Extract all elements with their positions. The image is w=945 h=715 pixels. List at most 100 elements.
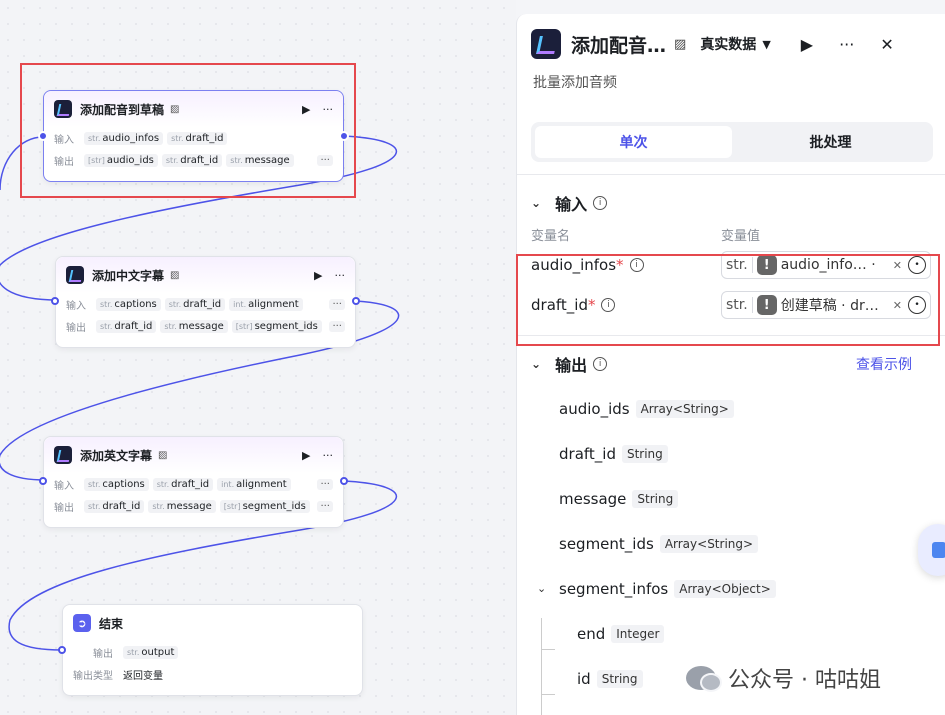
param-chip: str. message xyxy=(148,499,216,513)
node-output-row: 输出 str. draft_id str. message [str] segment… xyxy=(44,495,343,517)
more-params-button[interactable]: ··· xyxy=(317,500,333,512)
output-row: audio_ids Array<String> xyxy=(517,386,945,431)
plugin-library-icon: ▨ xyxy=(170,103,180,115)
plugin-library-icon: ▨ xyxy=(170,269,180,281)
input-port[interactable] xyxy=(58,646,66,654)
input-section-header[interactable]: ⌄ 输入 i xyxy=(517,181,945,225)
output-row-expandable[interactable]: ⌄ segment_infos Array<Object> xyxy=(517,566,945,611)
node-add-english-subtitles[interactable]: 添加英文字幕 ▨ ▶ ··· 输入 str. captions str. draft… xyxy=(43,436,344,528)
workflow-canvas[interactable]: 添加配音到草稿 ▨ ▶ ··· 输入 str. audio_infos str. d… xyxy=(0,0,516,715)
input-port[interactable] xyxy=(51,297,59,305)
chevron-down-icon[interactable]: ▼ xyxy=(762,38,770,51)
param-chip: str. message xyxy=(226,153,294,167)
output-row: message String xyxy=(517,476,945,521)
param-chip: str. draft_id xyxy=(167,131,228,145)
output-row: draft_id String xyxy=(517,431,945,476)
end-icon: ➲ xyxy=(73,614,91,632)
output-child-row: end Integer xyxy=(517,611,945,656)
info-icon[interactable]: i xyxy=(593,357,608,371)
node-add-voiceover[interactable]: 添加配音到草稿 ▨ ▶ ··· 输入 str. audio_infos str. d… xyxy=(43,90,344,182)
info-icon[interactable]: i xyxy=(629,258,644,272)
plugin-logo-icon xyxy=(531,29,561,59)
node-input-row: 输入 str. captions str. draft_id int. alignme… xyxy=(56,293,355,315)
run-node-icon[interactable]: ▶ xyxy=(302,449,310,462)
output-section-header[interactable]: ⌄ 输出 i 查看示例 xyxy=(517,342,945,386)
node-title: 添加配音到草稿 xyxy=(80,102,165,117)
input-row-draft-id: draft_id * i str. ! 创建草稿 · dr… ✕ • xyxy=(517,285,945,325)
panel-header: 添加配音… ▨ 真实数据 ▼ ▶ ··· ✕ xyxy=(517,14,945,74)
more-params-button[interactable]: ··· xyxy=(317,154,333,166)
tree-line xyxy=(541,649,555,650)
run-node-icon[interactable]: ▶ xyxy=(314,269,322,282)
tab-single[interactable]: 单次 xyxy=(535,126,732,158)
param-chip: [str] segment_ids xyxy=(231,319,322,333)
panel-title: 添加配音… xyxy=(571,34,667,57)
node-end[interactable]: ➲ 结束 输出 str. output 输出类型 返回变量 xyxy=(62,604,363,696)
run-mode-tabs: 单次 批处理 xyxy=(531,122,933,162)
info-icon[interactable]: i xyxy=(601,298,616,312)
param-chip: [str] segment_ids xyxy=(219,499,310,513)
plugin-library-icon: ▨ xyxy=(158,449,168,461)
node-more-icon[interactable]: ··· xyxy=(335,269,346,282)
run-node-icon[interactable]: ▶ xyxy=(302,103,310,116)
assistant-float-button[interactable] xyxy=(918,524,945,576)
warning-icon: ! xyxy=(756,255,777,275)
more-icon[interactable]: ··· xyxy=(839,35,854,54)
plugin-logo-icon xyxy=(54,100,72,118)
variable-value-field[interactable]: str. ! audio_info… · ✕ • xyxy=(721,251,931,279)
node-config-panel: 添加配音… ▨ 真实数据 ▼ ▶ ··· ✕ 批量添加音频 单次 批处理 ⌄ 输… xyxy=(516,14,945,715)
end-output-row: 输出 str. output xyxy=(63,641,362,663)
node-add-chinese-subtitles[interactable]: 添加中文字幕 ▨ ▶ ··· 输入 str. captions str. draft… xyxy=(55,256,356,348)
param-chip: str. draft_id xyxy=(152,477,214,491)
more-params-button[interactable]: ··· xyxy=(329,298,345,310)
input-port[interactable] xyxy=(39,477,47,485)
close-icon[interactable]: ✕ xyxy=(880,35,893,54)
info-icon[interactable]: i xyxy=(593,196,608,210)
data-mode-dropdown[interactable]: 真实数据 xyxy=(700,34,756,54)
node-more-icon[interactable]: ··· xyxy=(323,449,334,462)
variable-select-icon[interactable]: • xyxy=(908,256,926,274)
param-chip: int. alignment xyxy=(229,297,303,311)
node-more-icon[interactable]: ··· xyxy=(323,103,334,116)
param-chip: str. output xyxy=(123,645,179,659)
node-title: 结束 xyxy=(99,616,124,631)
chevron-down-icon[interactable]: ⌄ xyxy=(537,582,546,595)
run-icon[interactable]: ▶ xyxy=(801,35,813,54)
warning-icon: ! xyxy=(756,295,777,315)
output-port[interactable] xyxy=(352,297,360,305)
chevron-down-icon[interactable]: ⌄ xyxy=(531,196,541,210)
view-example-link[interactable]: 查看示例 xyxy=(856,354,912,374)
variable-value-field[interactable]: str. ! 创建草稿 · dr… ✕ • xyxy=(721,291,931,319)
param-chip: str. audio_infos xyxy=(84,131,164,145)
plugin-logo-icon xyxy=(66,266,84,284)
more-params-button[interactable]: ··· xyxy=(317,478,333,490)
param-chip: str. draft_id xyxy=(161,153,223,167)
output-port[interactable] xyxy=(339,131,349,141)
param-chip: str. captions xyxy=(84,477,149,491)
param-chip: str. captions xyxy=(96,297,161,311)
node-output-row: 输出 str. draft_id str. message [str] segment… xyxy=(56,315,355,337)
variable-select-icon[interactable]: • xyxy=(908,296,926,314)
input-port[interactable] xyxy=(38,131,48,141)
clear-icon[interactable]: ✕ xyxy=(893,259,902,272)
end-output-type-row: 输出类型 返回变量 xyxy=(63,663,362,685)
plugin-library-icon: ▨ xyxy=(674,36,687,52)
chevron-down-icon[interactable]: ⌄ xyxy=(531,357,541,371)
param-chip: str. draft_id xyxy=(96,319,157,333)
tab-batch[interactable]: 批处理 xyxy=(732,126,929,158)
panel-description: 批量添加音频 xyxy=(533,75,617,91)
watermark: 公众号 · 咕咕姐 xyxy=(686,662,881,694)
tree-line xyxy=(541,618,542,715)
more-params-button[interactable]: ··· xyxy=(329,320,345,332)
param-chip: str. message xyxy=(160,319,228,333)
node-output-row: 输出 [str] audio_ids str. draft_id str. messa… xyxy=(44,149,343,171)
param-chip: str. draft_id xyxy=(84,499,145,513)
param-chip: int. alignment xyxy=(217,477,291,491)
tree-line xyxy=(541,694,555,695)
param-chip: str. draft_id xyxy=(164,297,226,311)
output-type-value: 返回变量 xyxy=(123,670,163,682)
output-port[interactable] xyxy=(340,477,348,485)
clear-icon[interactable]: ✕ xyxy=(893,299,902,312)
input-column-headers: 变量名 变量值 xyxy=(531,229,761,244)
node-input-row: 输入 str. audio_infos str. draft_id xyxy=(44,127,343,149)
